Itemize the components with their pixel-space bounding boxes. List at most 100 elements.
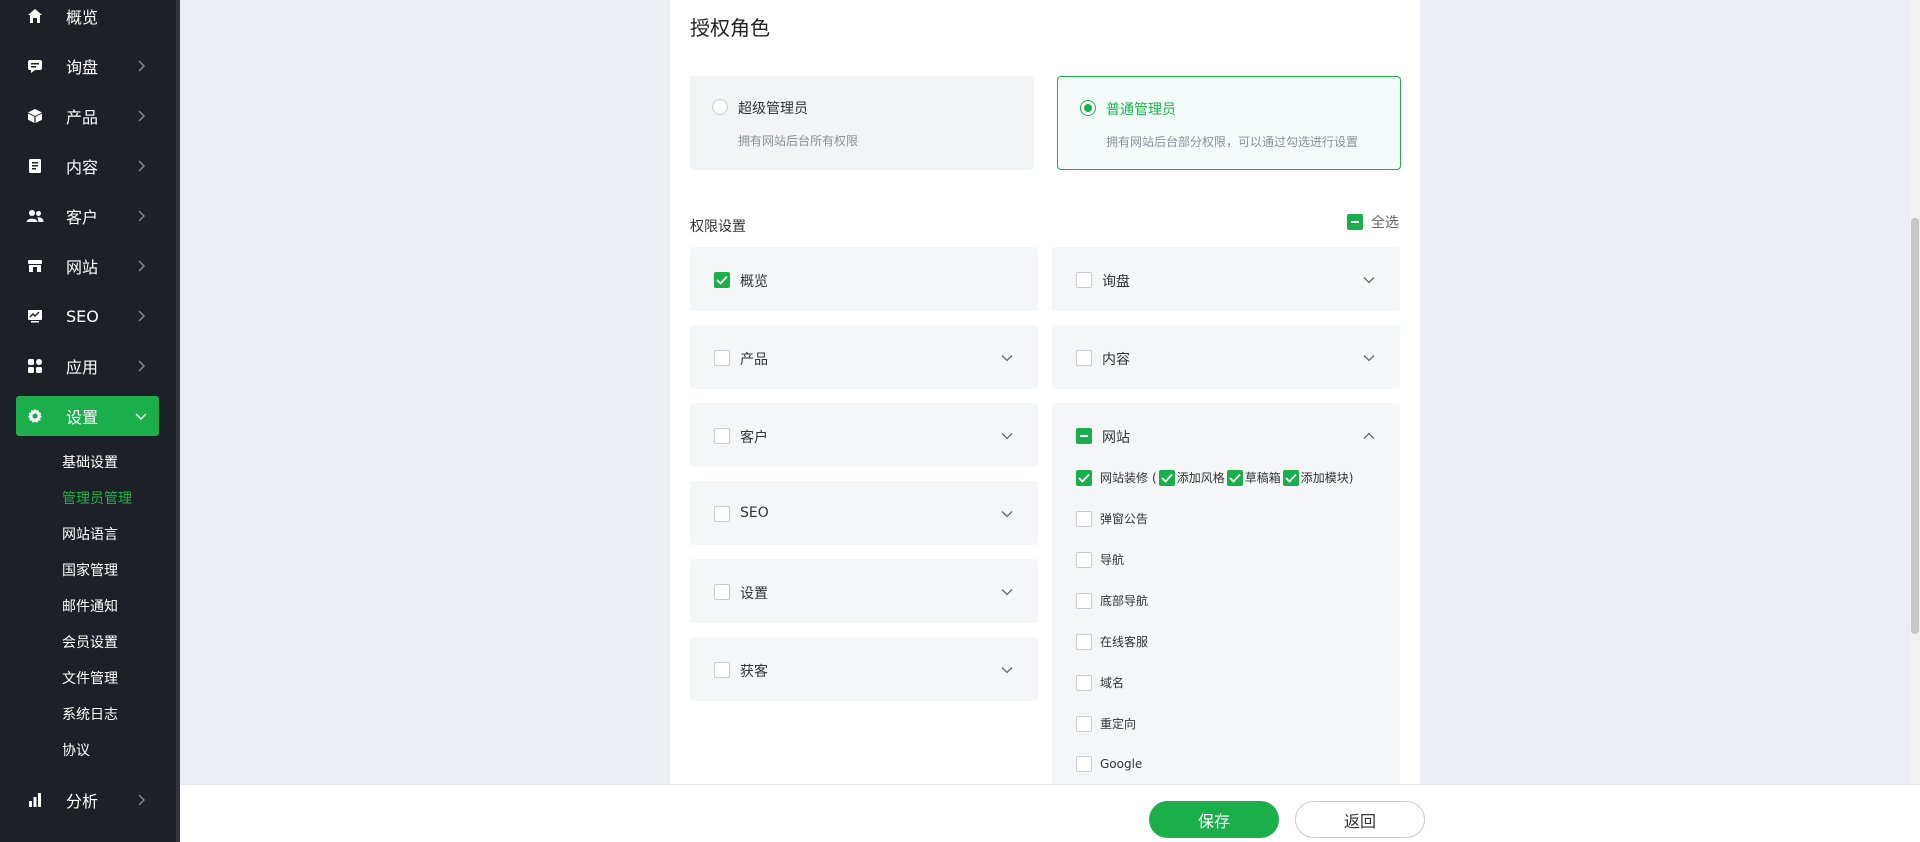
sidebar-item-label: 网站 — [66, 258, 99, 277]
perm-subitem-label: 添加风格 — [1176, 471, 1225, 485]
perm-item-label: 域名 — [1100, 676, 1125, 690]
footer-bar — [180, 784, 1920, 842]
subnav-email-notification[interactable]: 邮件通知 — [62, 597, 118, 617]
perm-item-redirect[interactable]: 重定向 — [1076, 715, 1136, 732]
document-icon — [26, 157, 44, 175]
box-icon — [26, 107, 44, 125]
checkbox[interactable] — [1076, 633, 1092, 650]
checkbox[interactable] — [714, 272, 730, 288]
role-name: 普通管理员 — [1106, 102, 1176, 118]
chevron-down-icon[interactable] — [1000, 507, 1014, 521]
perm-subitem-add-style[interactable]: 添加风格 — [1157, 469, 1225, 486]
role-option-normal-admin[interactable]: 普通管理员 拥有网站后台部分权限，可以通过勾选进行设置 — [1057, 76, 1401, 170]
subnav-basic-settings[interactable]: 基础设置 — [62, 453, 118, 473]
permission-settings-label: 权限设置 — [690, 219, 746, 235]
perm-subitem-add-module[interactable]: 添加模块 — [1281, 469, 1349, 486]
perm-group-seo[interactable]: SEO — [690, 481, 1038, 545]
chevron-down-icon[interactable] — [1000, 663, 1014, 677]
perm-item-label: 重定向 — [1100, 717, 1137, 731]
subnav-admin-management[interactable]: 管理员管理 — [62, 489, 132, 509]
perm-label: 概览 — [740, 274, 768, 290]
perm-item-online-service[interactable]: 在线客服 — [1076, 633, 1148, 650]
perm-label: 网站 — [1102, 430, 1130, 446]
checkbox[interactable] — [1076, 592, 1092, 609]
subnav-site-language[interactable]: 网站语言 — [62, 525, 118, 545]
perm-item-footer-navigation[interactable]: 底部导航 — [1076, 592, 1148, 609]
checkbox[interactable] — [1076, 715, 1092, 732]
chevron-down-icon[interactable] — [1362, 273, 1376, 287]
checkbox[interactable] — [1076, 469, 1092, 486]
select-all-checkbox[interactable]: 全选 — [1347, 212, 1399, 232]
subnav-member-settings[interactable]: 会员设置 — [62, 633, 118, 653]
sidebar-scrollbar[interactable] — [176, 0, 180, 842]
role-name: 超级管理员 — [738, 101, 808, 117]
radio-button[interactable] — [1080, 100, 1096, 116]
chevron-down-icon[interactable] — [1000, 429, 1014, 443]
perm-subitem-drafts[interactable]: 草稿箱 — [1225, 469, 1281, 486]
perm-group-customers[interactable]: 客户 — [690, 403, 1038, 467]
perm-label: 获客 — [740, 664, 768, 680]
perm-item-navigation[interactable]: 导航 — [1076, 551, 1124, 568]
checkbox[interactable] — [1076, 510, 1092, 527]
store-icon — [26, 257, 44, 275]
checkbox[interactable] — [1076, 674, 1092, 691]
perm-group-products[interactable]: 产品 — [690, 325, 1038, 389]
checkbox[interactable] — [714, 584, 730, 600]
perm-group-content[interactable]: 内容 — [1052, 325, 1400, 389]
perm-item-site-decoration[interactable]: 网站装修 ( 添加风格 草稿箱 添加模块 ) — [1076, 469, 1353, 486]
checkbox[interactable] — [1158, 469, 1175, 486]
chevron-down-icon — [133, 408, 149, 424]
sidebar-item-settings[interactable]: 设置 — [16, 396, 159, 436]
subnav-file-management[interactable]: 文件管理 — [62, 669, 118, 689]
subnav-country-management[interactable]: 国家管理 — [62, 561, 118, 581]
checkbox[interactable] — [714, 506, 730, 522]
perm-item-popup-notice[interactable]: 弹窗公告 — [1076, 510, 1148, 527]
checkbox[interactable] — [1076, 350, 1092, 366]
checkbox[interactable] — [1347, 214, 1363, 230]
perm-group-acquisition[interactable]: 获客 — [690, 637, 1038, 701]
sidebar-item-apps[interactable]: 应用 — [16, 346, 159, 386]
sidebar-item-overview[interactable]: 概览 — [16, 0, 159, 36]
perm-group-website-header[interactable]: 网站 — [1052, 403, 1400, 467]
perm-item-domain[interactable]: 域名 — [1076, 674, 1124, 691]
perm-item-google[interactable]: Google — [1076, 756, 1142, 772]
checkbox[interactable] — [1282, 469, 1299, 486]
perm-label: 产品 — [740, 352, 768, 368]
subnav-system-log[interactable]: 系统日志 — [62, 705, 118, 725]
sidebar-item-website[interactable]: 网站 — [16, 246, 159, 286]
page-scrollbar-thumb[interactable] — [1911, 218, 1919, 634]
checkbox[interactable] — [1076, 272, 1092, 288]
sidebar-item-customers[interactable]: 客户 — [16, 196, 159, 236]
chevron-up-icon[interactable] — [1362, 429, 1376, 443]
checkbox[interactable] — [1076, 756, 1092, 772]
subnav-agreement[interactable]: 协议 — [62, 741, 90, 761]
sidebar-item-products[interactable]: 产品 — [16, 96, 159, 136]
checkbox[interactable] — [714, 350, 730, 366]
checkbox[interactable] — [714, 662, 730, 678]
sidebar-item-analytics[interactable]: 分析 — [16, 780, 159, 820]
chevron-down-icon[interactable] — [1000, 351, 1014, 365]
perm-item-label: 在线客服 — [1100, 635, 1149, 649]
perm-item-label: 弹窗公告 — [1100, 512, 1149, 526]
perm-item-label: 底部导航 — [1100, 594, 1149, 608]
radio-button[interactable] — [712, 99, 728, 115]
sidebar-item-inquiry[interactable]: 询盘 — [16, 46, 159, 86]
checkbox[interactable] — [1076, 551, 1092, 568]
checkbox[interactable] — [1076, 428, 1092, 444]
perm-group-settings[interactable]: 设置 — [690, 559, 1038, 623]
sidebar-item-content[interactable]: 内容 — [16, 146, 159, 186]
checkbox[interactable] — [1226, 469, 1243, 486]
checkbox[interactable] — [714, 428, 730, 444]
sidebar-item-seo[interactable]: SEO — [16, 296, 159, 336]
select-all-label: 全选 — [1371, 215, 1399, 231]
paren-close: ) — [1348, 470, 1354, 485]
perm-item-label: Google — [1100, 757, 1143, 771]
back-button[interactable]: 返回 — [1295, 801, 1425, 838]
chevron-down-icon[interactable] — [1362, 351, 1376, 365]
save-button[interactable]: 保存 — [1149, 801, 1279, 838]
page-title: 授权角色 — [690, 16, 770, 40]
chevron-down-icon[interactable] — [1000, 585, 1014, 599]
perm-group-inquiry[interactable]: 询盘 — [1052, 247, 1400, 311]
perm-group-overview[interactable]: 概览 — [690, 247, 1038, 311]
role-option-super-admin[interactable]: 超级管理员 拥有网站后台所有权限 — [690, 76, 1034, 170]
